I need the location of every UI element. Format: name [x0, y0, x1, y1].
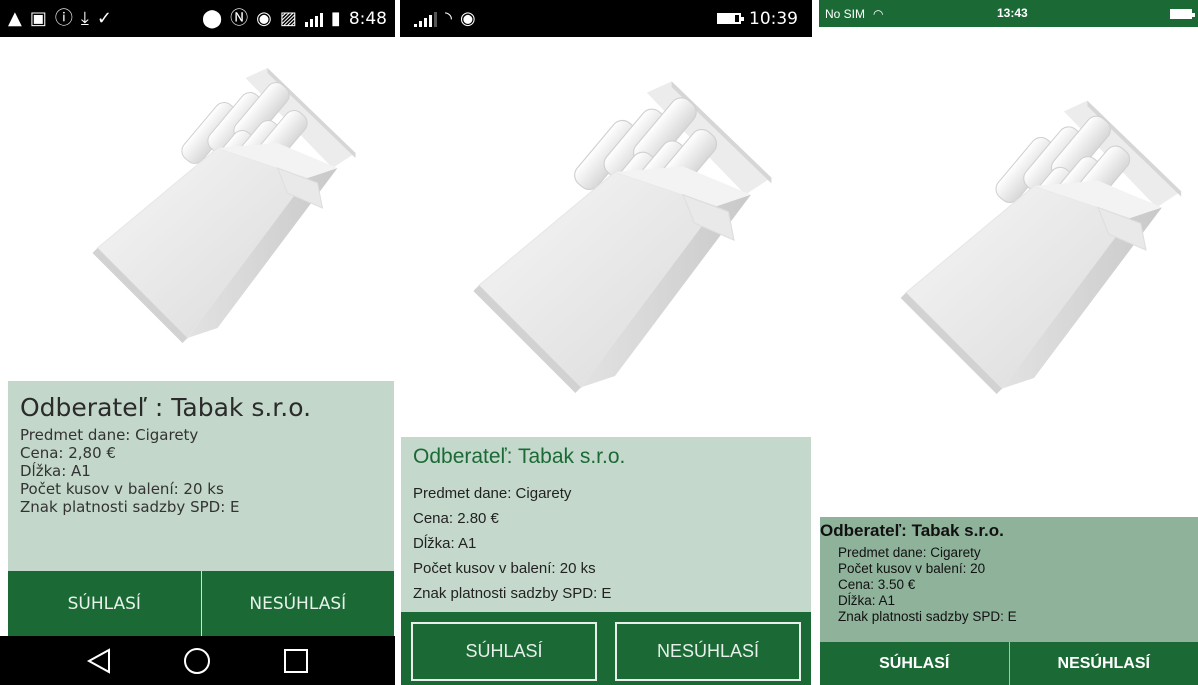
- status-right-icons: 10:39: [717, 9, 798, 29]
- info-price: Cena: 2,80 €: [20, 444, 116, 462]
- wifi-icon: ◠: [873, 6, 884, 21]
- location-icon: ◉: [459, 7, 476, 29]
- check-icon: ✓: [96, 7, 112, 29]
- info-spd-sign: Znak platnosti sadzby SPD: E: [20, 498, 240, 516]
- cigarette-pack-image: [879, 90, 1189, 410]
- action-bar: SÚHLASÍ NESÚHLASÍ: [8, 571, 394, 636]
- nfc-icon: Ⓝ: [230, 7, 249, 29]
- recipient-info-panel: Odberateľ: Tabak s.r.o. Predmet dane: Ci…: [401, 437, 811, 612]
- status-time: 8:48: [348, 8, 387, 29]
- sim-off-icon: ▨: [279, 7, 297, 29]
- recipient-title: Odberateľ: Tabak s.r.o.: [413, 445, 626, 468]
- info-length: Dĺžka: A1: [20, 462, 91, 480]
- info-pieces: Počet kusov v balení: 20 ks: [20, 480, 224, 498]
- location-icon: ⬤: [202, 7, 223, 29]
- battery-icon: ▮: [330, 7, 341, 29]
- disagree-button[interactable]: NESÚHLASÍ: [1008, 642, 1198, 685]
- warning-icon: ▲: [8, 7, 22, 29]
- wifi-icon: ◝: [445, 7, 452, 29]
- recipient-info-panel: Odberateľ: Tabak s.r.o. Predmet dane: Ci…: [820, 517, 1198, 642]
- status-bar: ◝ ◉ 10:39: [400, 0, 812, 37]
- status-left-icons: No SIM ◠: [825, 7, 884, 21]
- status-bar: ▲ ▣ ⓘ ⤓ ✓ ⬤ Ⓝ ◉ ▨ ▮ 8:48: [0, 0, 395, 37]
- cigarette-pack-image: [450, 70, 780, 410]
- disagree-button[interactable]: NESÚHLASÍ: [200, 571, 395, 636]
- info-length: Dĺžka: A1: [838, 593, 896, 608]
- download-icon: ⤓: [80, 7, 89, 29]
- ios-screen: No SIM ◠ 13:43 Odberateľ: Tabak s.r.o. P…: [819, 0, 1198, 685]
- status-left-icons: ◝ ◉: [414, 7, 476, 29]
- cigarette-pack-image: [75, 58, 360, 358]
- status-right-icons: [1170, 8, 1195, 19]
- battery-icon: [717, 13, 744, 24]
- info-price: Cena: 3.50 €: [838, 577, 916, 592]
- battery-icon: [1170, 8, 1195, 19]
- info-subject: Predmet dane: Cigarety: [20, 426, 199, 444]
- action-bar: SÚHLASÍ NESÚHLASÍ: [401, 612, 811, 685]
- android-screen: ▲ ▣ ⓘ ⤓ ✓ ⬤ Ⓝ ◉ ▨ ▮ 8:48 Odberateľ : Tab…: [0, 0, 395, 685]
- home-circle-icon[interactable]: [177, 641, 217, 681]
- carrier-label: No SIM: [825, 6, 866, 21]
- info-length: Dĺžka: A1: [413, 535, 477, 552]
- info-icon: ⓘ: [54, 7, 73, 29]
- status-left-icons: ▲ ▣ ⓘ ⤓ ✓: [8, 7, 112, 29]
- status-right-icons: ⬤ Ⓝ ◉ ▨ ▮ 8:48: [202, 9, 387, 29]
- status-time: 13:43: [997, 6, 1028, 20]
- recents-square-icon[interactable]: [276, 641, 316, 681]
- agree-button[interactable]: SÚHLASÍ: [8, 571, 201, 636]
- image-icon: ▣: [29, 7, 47, 29]
- status-bar: No SIM ◠ 13:43: [819, 0, 1198, 27]
- recipient-title: Odberateľ : Tabak s.r.o.: [20, 393, 312, 422]
- info-price: Cena: 2.80 €: [413, 510, 499, 527]
- recipient-info-panel: Odberateľ : Tabak s.r.o. Predmet dane: C…: [8, 381, 394, 571]
- agree-button[interactable]: SÚHLASÍ: [820, 642, 1009, 685]
- status-time: 10:39: [749, 8, 798, 29]
- info-spd-sign: Znak platnosti sadzby SPD: E: [413, 585, 612, 602]
- info-spd-sign: Znak platnosti sadzby SPD: E: [838, 609, 1017, 624]
- signal-icon: [304, 11, 323, 27]
- agree-button[interactable]: SÚHLASÍ: [411, 622, 597, 681]
- info-subject: Predmet dane: Cigarety: [413, 485, 572, 502]
- android-nav-bar: [0, 636, 395, 685]
- signal-icon: [414, 11, 437, 27]
- info-subject: Predmet dane: Cigarety: [838, 545, 981, 560]
- wifi-icon: ◉: [256, 7, 272, 29]
- info-pieces: Počet kusov v balení: 20 ks: [413, 560, 596, 577]
- info-pieces: Počet kusov v balení: 20: [838, 561, 986, 576]
- action-bar: SÚHLASÍ NESÚHLASÍ: [820, 642, 1198, 685]
- disagree-button[interactable]: NESÚHLASÍ: [615, 622, 801, 681]
- back-triangle-icon[interactable]: [79, 641, 119, 681]
- windows-screen: ◝ ◉ 10:39 Odberateľ: Tabak s.r.o. Predme…: [400, 0, 812, 685]
- recipient-title: Odberateľ: Tabak s.r.o.: [820, 521, 1004, 540]
